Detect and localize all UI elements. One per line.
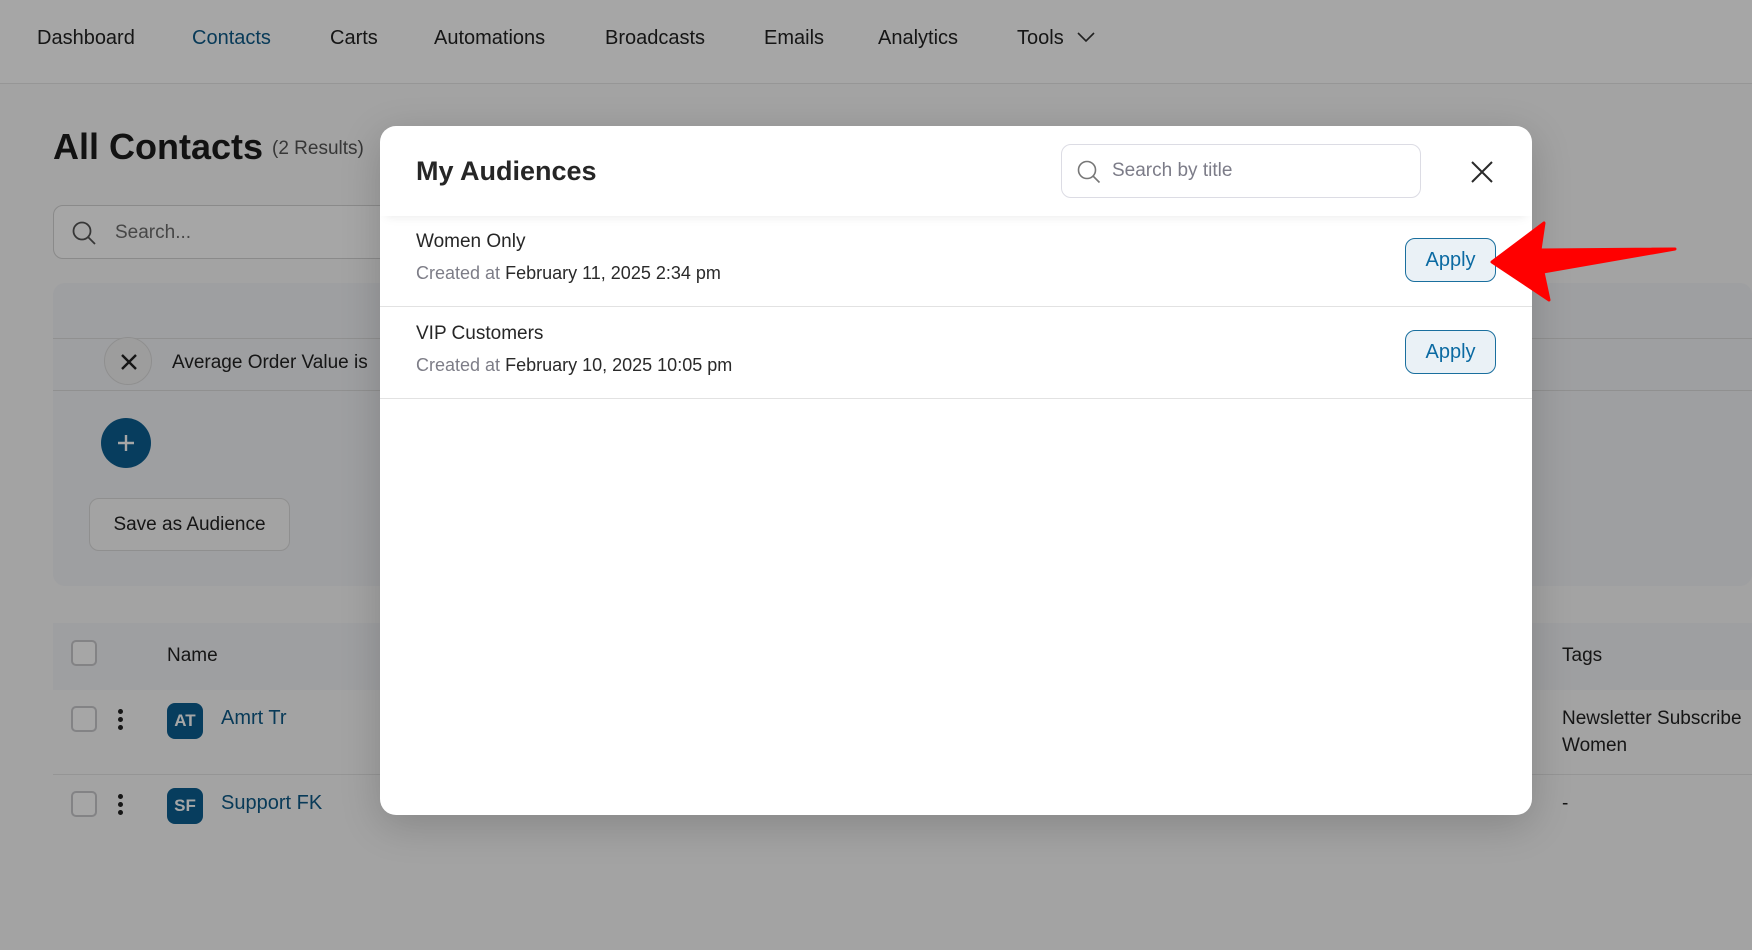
modal-header: My Audiences bbox=[380, 126, 1532, 216]
audience-title: VIP Customers bbox=[416, 323, 544, 344]
created-at-label: Created at bbox=[416, 355, 501, 375]
search-icon bbox=[1077, 160, 1101, 184]
created-at-label: Created at bbox=[416, 263, 501, 283]
modal-title: My Audiences bbox=[416, 156, 597, 186]
audience-list-item: Women Only Created at February 11, 2025 … bbox=[380, 216, 1532, 307]
audience-search-input[interactable] bbox=[1112, 153, 1402, 189]
created-at-value: February 10, 2025 10:05 pm bbox=[505, 355, 733, 375]
created-at-value: February 11, 2025 2:34 pm bbox=[505, 263, 721, 283]
close-icon bbox=[1471, 161, 1493, 183]
close-modal-button[interactable] bbox=[1468, 158, 1496, 186]
audience-created-at: Created at February 10, 2025 10:05 pm bbox=[416, 355, 732, 376]
audience-search-field[interactable] bbox=[1061, 144, 1421, 198]
apply-button-vip-customers[interactable]: Apply bbox=[1405, 330, 1496, 374]
annotation-arrow-icon bbox=[1490, 221, 1677, 302]
my-audiences-modal: My Audiences Women Only Created at Febru… bbox=[380, 126, 1532, 815]
audience-list-item: VIP Customers Created at February 10, 20… bbox=[380, 308, 1532, 399]
audience-title: Women Only bbox=[416, 231, 526, 252]
audience-created-at: Created at February 11, 2025 2:34 pm bbox=[416, 263, 721, 284]
